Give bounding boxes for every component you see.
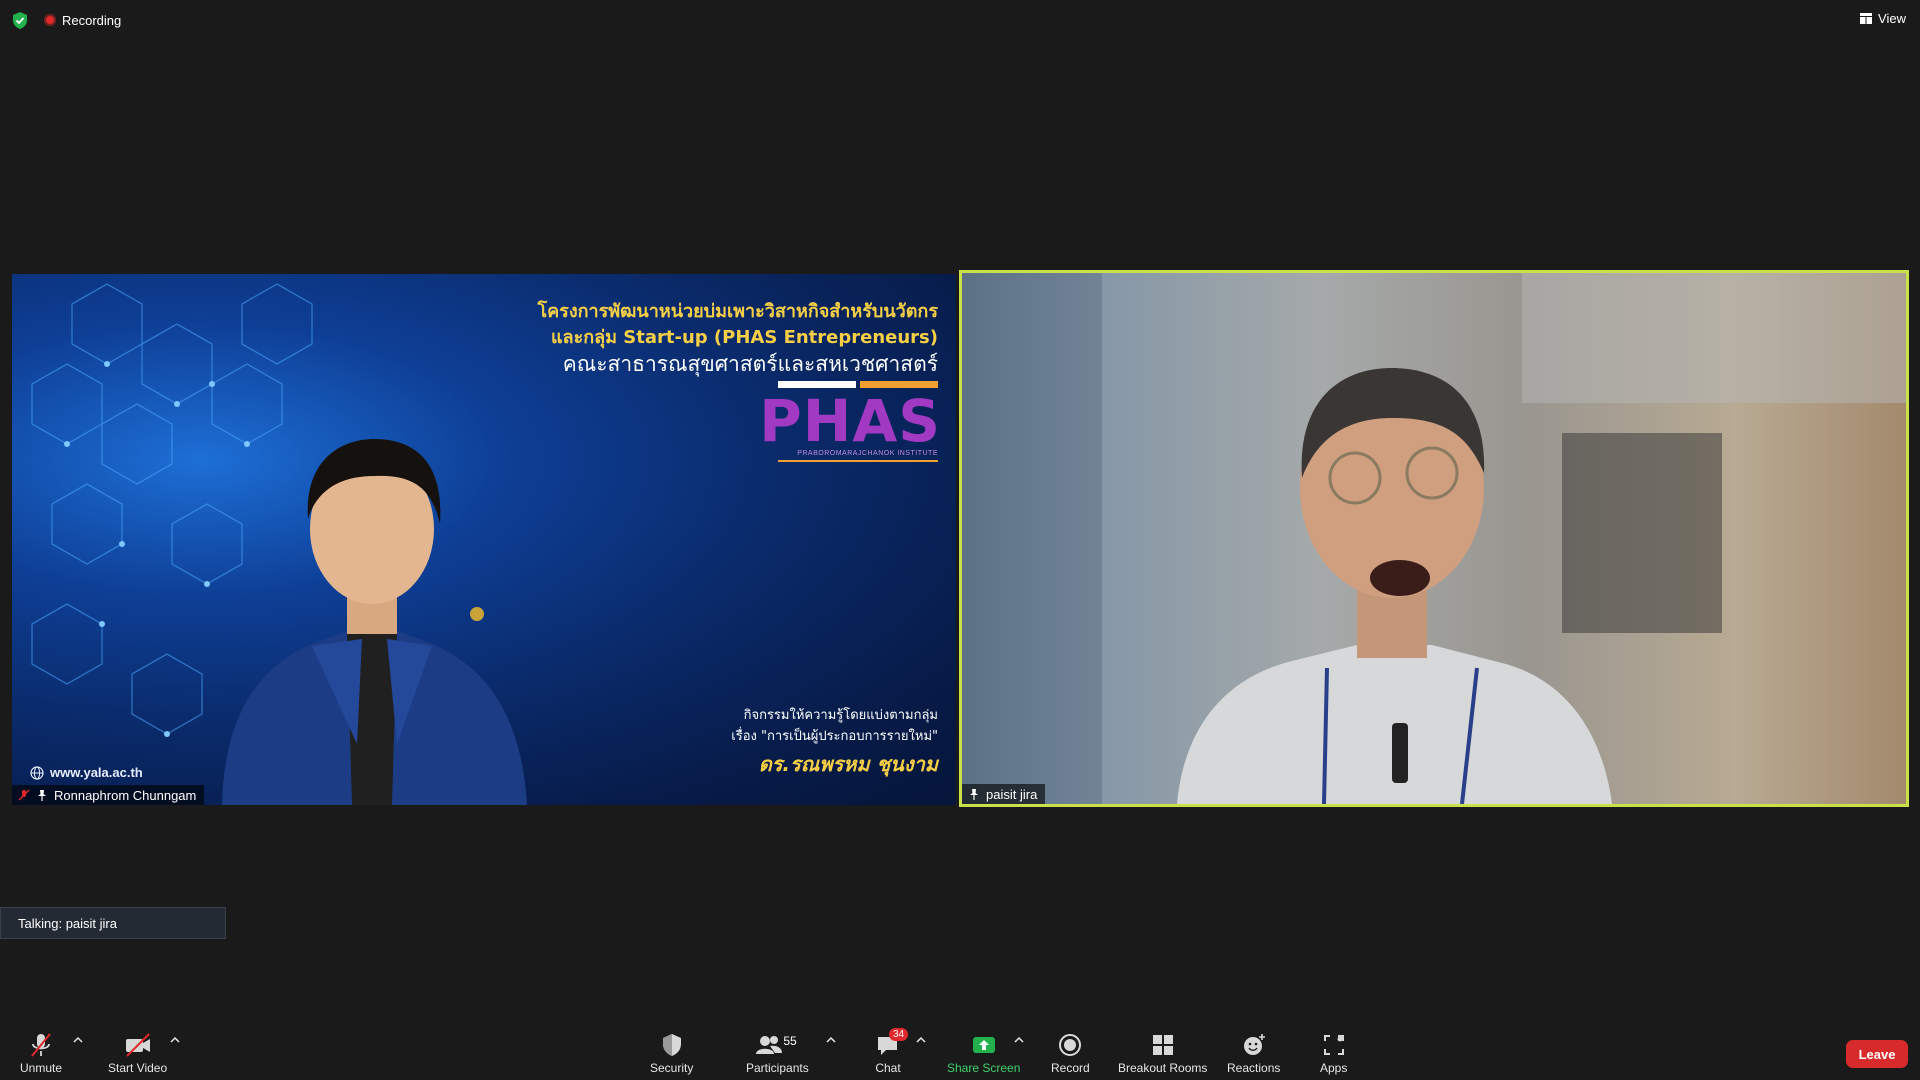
reactions-label: Reactions: [1227, 1061, 1281, 1075]
reactions-smiley-icon: [1243, 1034, 1265, 1055]
record-label: Record: [1051, 1061, 1090, 1075]
record-icon: [1059, 1034, 1082, 1056]
slide-title-line2: และกลุ่ม Start-up (PHAS Entrepreneurs): [550, 327, 938, 348]
reactions-button[interactable]: Reactions: [1227, 1032, 1280, 1075]
leave-button[interactable]: Leave: [1846, 1040, 1908, 1068]
muted-mic-icon: [31, 1033, 51, 1057]
participants-icon: [756, 1036, 783, 1054]
view-button[interactable]: View: [1860, 11, 1906, 26]
chat-unread-badge: 34: [889, 1028, 909, 1041]
breakout-rooms-label: Breakout Rooms: [1118, 1061, 1208, 1075]
chat-options-chevron-icon[interactable]: [916, 1036, 926, 1044]
participants-label: Participants: [746, 1061, 809, 1075]
slide-title-line1: โครงการพัฒนาหน่วยบ่มเพาะวิสาหกิจสำหรับนว…: [537, 301, 938, 322]
view-label: View: [1878, 11, 1906, 26]
participant-name-tag: Ronnaphrom Chunngam: [12, 785, 205, 805]
chat-button[interactable]: 34 Chat: [875, 1028, 909, 1075]
meeting-toolbar: Unmute Start Video Security 55 Participa…: [0, 1020, 1920, 1080]
share-screen-button[interactable]: Share Screen: [947, 1032, 1020, 1075]
speaker-figure: [962, 273, 1906, 804]
pin-icon: [38, 790, 46, 801]
apps-label: Apps: [1320, 1061, 1348, 1075]
security-label: Security: [650, 1061, 694, 1075]
website-text: www.yala.ac.th: [50, 765, 143, 780]
share-screen-icon: [972, 1037, 995, 1053]
apps-button[interactable]: Apps: [1320, 1032, 1347, 1075]
security-button[interactable]: Security: [650, 1032, 693, 1075]
start-video-label: Start Video: [108, 1061, 168, 1075]
start-video-button[interactable]: Start Video: [108, 1032, 167, 1075]
video-off-icon: [125, 1033, 150, 1057]
muted-mic-icon: [18, 789, 30, 801]
unmute-label: Unmute: [20, 1061, 63, 1075]
recording-label: Recording: [62, 12, 122, 28]
participant-name: Ronnaphrom Chunngam: [54, 787, 197, 803]
slide-activity-line2: เรื่อง "การเป็นผู้ประกอบการรายใหม่": [731, 729, 938, 744]
breakout-rooms-grid-icon: [1152, 1035, 1173, 1055]
share-screen-label: Share Screen: [947, 1061, 1021, 1075]
participants-button[interactable]: 55 Participants: [746, 1032, 809, 1075]
chat-label: Chat: [875, 1061, 901, 1075]
participant-name: paisit jira: [986, 786, 1038, 802]
slide-speaker-name: ดร.รณพรหม ชุนงาม: [758, 752, 938, 776]
breakout-rooms-button[interactable]: Breakout Rooms: [1118, 1032, 1207, 1075]
talking-indicator: Talking: paisit jira: [0, 907, 226, 939]
share-options-chevron-icon[interactable]: [1014, 1036, 1024, 1044]
participant-name-tag: paisit jira: [962, 784, 1046, 804]
participants-options-chevron-icon[interactable]: [826, 1036, 836, 1044]
video-tile-ronnaphrom[interactable]: โครงการพัฒนาหน่วยบ่มเพาะวิสาหกิจสำหรับนว…: [12, 274, 956, 805]
apps-icon: [1323, 1035, 1344, 1055]
pin-icon: [970, 789, 978, 800]
video-tile-paisit[interactable]: paisit jira: [959, 270, 1909, 807]
participants-count: 55: [783, 1034, 797, 1048]
phas-underline: [778, 460, 938, 462]
audio-options-chevron-icon[interactable]: [73, 1036, 83, 1044]
record-button[interactable]: Record: [1051, 1032, 1090, 1075]
slide-activity-line1: กิจกรรมให้ความรู้โดยแบ่งตามกลุ่ม: [743, 708, 938, 723]
unmute-button[interactable]: Unmute: [20, 1032, 62, 1075]
slide-website: www.yala.ac.th: [30, 765, 143, 780]
video-options-chevron-icon[interactable]: [170, 1036, 180, 1044]
security-shield-icon: [662, 1034, 681, 1056]
globe-icon: [30, 765, 44, 780]
shield-check-icon[interactable]: [12, 12, 28, 29]
recording-indicator[interactable]: Recording: [44, 12, 121, 28]
meeting-top-bar: Recording View: [0, 0, 1920, 40]
grid-view-icon: [1860, 13, 1873, 24]
slide-title-line3: คณะสาธารณสุขศาสตร์และสหเวชศาสตร์: [562, 352, 938, 376]
phas-logo-subtitle: PRABOROMARAJCHANOK INSTITUTE: [797, 450, 938, 457]
phas-logo: PHAS: [759, 387, 941, 455]
record-dot-icon: [44, 14, 56, 26]
